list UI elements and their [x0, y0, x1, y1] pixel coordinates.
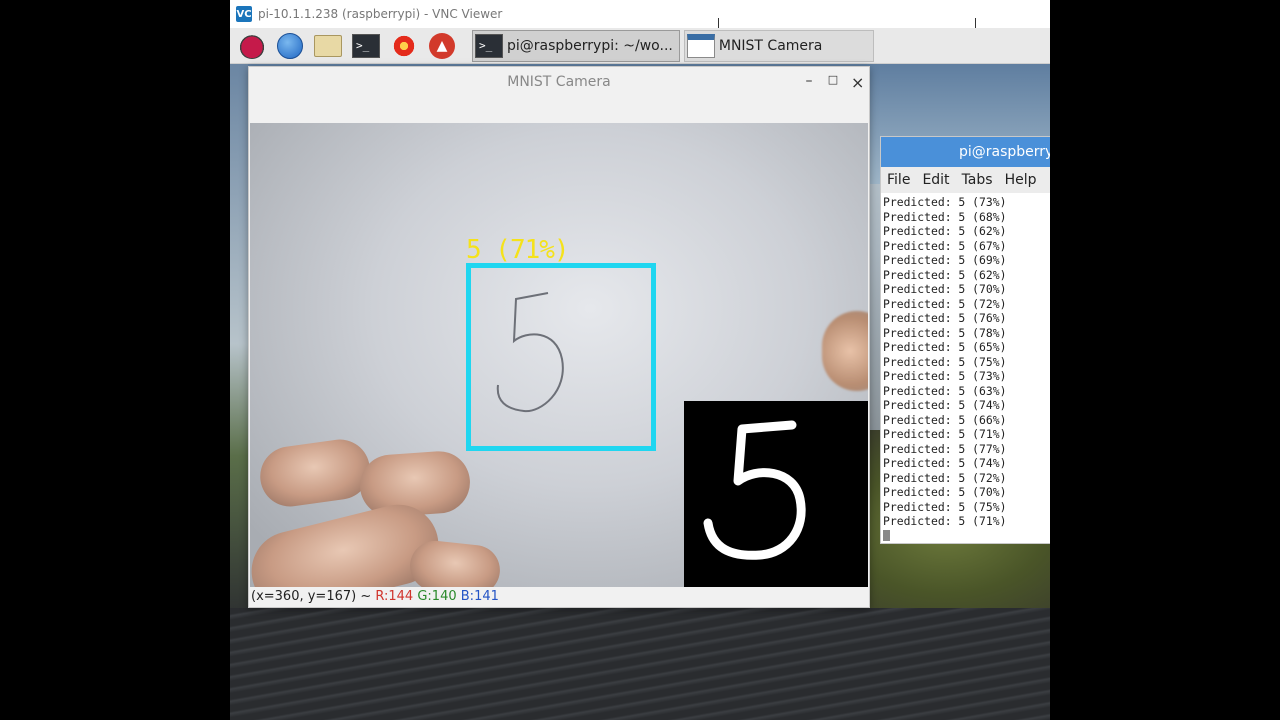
finger-shape: [256, 435, 374, 511]
terminal-line: Predicted: 5 (71%): [883, 427, 1007, 441]
menu-help[interactable]: Help: [1005, 172, 1037, 188]
detection-bounding-box: [466, 263, 656, 451]
lxpanel-taskbar: >_ ▲ >_ pi@raspberrypi: ~/wo... MNIST Ca…: [230, 28, 1050, 64]
raspberry-pi-menu-icon[interactable]: [236, 30, 268, 62]
terminal-line: Predicted: 5 (70%): [883, 282, 1007, 296]
terminal-line: Predicted: 5 (71%): [883, 514, 1007, 528]
taskbar-task-label: pi@raspberrypi: ~/wo...: [507, 37, 673, 54]
vnc-viewer-viewport: VC pi-10.1.1.238 (raspberrypi) - VNC Vie…: [230, 0, 1050, 720]
vnc-logo-icon: VC: [236, 6, 252, 22]
close-button[interactable]: ×: [851, 73, 864, 92]
pixel-coordinates: (x=360, y=167) ~: [251, 589, 376, 604]
terminal-line: Predicted: 5 (69%): [883, 253, 1007, 267]
terminal-menubar: File Edit Tabs Help: [881, 167, 1050, 193]
terminal-line: Predicted: 5 (67%): [883, 238, 1007, 253]
preview-digit-glyph: [703, 420, 806, 560]
terminal-line: Predicted: 5 (78%): [883, 325, 1007, 340]
terminal-line: Predicted: 5 (75%): [883, 499, 1007, 514]
desktop-wallpaper-edge: [230, 64, 248, 624]
terminal-line: Predicted: 5 (74%): [883, 456, 1007, 470]
pixel-blue-value: B:141: [460, 589, 499, 604]
terminal-line: Predicted: 5 (62%): [883, 267, 1007, 282]
terminal-line: Predicted: 5 (77%): [883, 441, 1007, 456]
maximize-button[interactable]: □: [827, 73, 839, 92]
menu-edit[interactable]: Edit: [922, 172, 949, 188]
file-manager-icon[interactable]: [312, 30, 344, 62]
terminal-line: Predicted: 5 (72%): [883, 296, 1007, 311]
finger-shape: [407, 538, 503, 587]
terminal-line: Predicted: 5 (62%): [883, 224, 1007, 238]
window-toolbar: [249, 97, 869, 123]
mnist-camera-window[interactable]: MNIST Camera – □ × 5 (71%) (x=360, y=167…: [248, 66, 870, 608]
minimize-button[interactable]: –: [803, 73, 815, 92]
taskbar-task-terminal[interactable]: >_ pi@raspberrypi: ~/wo...: [472, 29, 680, 62]
terminal-line: Predicted: 5 (73%): [883, 369, 1007, 383]
mathematica-icon[interactable]: [388, 30, 420, 62]
camera-feed[interactable]: 5 (71%): [250, 123, 868, 587]
wolfram-icon[interactable]: ▲: [426, 30, 458, 62]
taskbar-task-label: MNIST Camera: [718, 37, 823, 54]
web-browser-icon[interactable]: [274, 30, 306, 62]
terminal-cursor: [883, 529, 890, 541]
menu-file[interactable]: File: [887, 172, 910, 188]
desktop-wallpaper-sand: [230, 608, 1050, 720]
terminal-line: Predicted: 5 (74%): [883, 398, 1007, 412]
finger-shape: [822, 311, 868, 391]
processed-digit-preview: [684, 401, 868, 587]
window-icon: [686, 33, 715, 58]
vnc-titlebar: VC pi-10.1.1.238 (raspberrypi) - VNC Vie…: [230, 0, 1050, 32]
terminal-line: Predicted: 5 (75%): [883, 354, 1007, 369]
terminal-icon[interactable]: >_: [350, 30, 382, 62]
menu-tabs[interactable]: Tabs: [962, 172, 993, 188]
terminal-line: Predicted: 5 (65%): [883, 340, 1007, 354]
terminal-line: Predicted: 5 (63%): [883, 383, 1007, 398]
terminal-icon: >_: [475, 33, 503, 58]
terminal-title: pi@raspberrypi: ~/wo: [959, 144, 1050, 160]
terminal-line: Predicted: 5 (70%): [883, 485, 1007, 499]
terminal-line: Predicted: 5 (76%): [883, 311, 1007, 325]
detection-label: 5 (71%): [466, 235, 570, 265]
pixel-red-value: R:144: [375, 589, 414, 604]
window-title: MNIST Camera: [507, 74, 611, 90]
terminal-window[interactable]: pi@raspberrypi: ~/wo File Edit Tabs Help…: [880, 136, 1050, 544]
terminal-line: Predicted: 5 (73%): [883, 195, 1007, 209]
vnc-window-title: pi-10.1.1.238 (raspberrypi) - VNC Viewer: [258, 7, 503, 21]
taskbar-task-mnist-camera[interactable]: MNIST Camera: [683, 29, 874, 62]
terminal-titlebar[interactable]: pi@raspberrypi: ~/wo: [881, 137, 1050, 167]
window-titlebar[interactable]: MNIST Camera – □ ×: [249, 67, 869, 97]
pixel-green-value: G:140: [417, 589, 457, 604]
terminal-line: Predicted: 5 (72%): [883, 470, 1007, 485]
terminal-output[interactable]: Predicted: 5 (73%) Predicted: 5 (68%) Pred…: [883, 195, 1050, 541]
status-bar: (x=360, y=167) ~ R:144 G:140 B:141: [251, 589, 499, 604]
terminal-line: Predicted: 5 (66%): [883, 412, 1007, 427]
terminal-line: Predicted: 5 (68%): [883, 209, 1007, 224]
